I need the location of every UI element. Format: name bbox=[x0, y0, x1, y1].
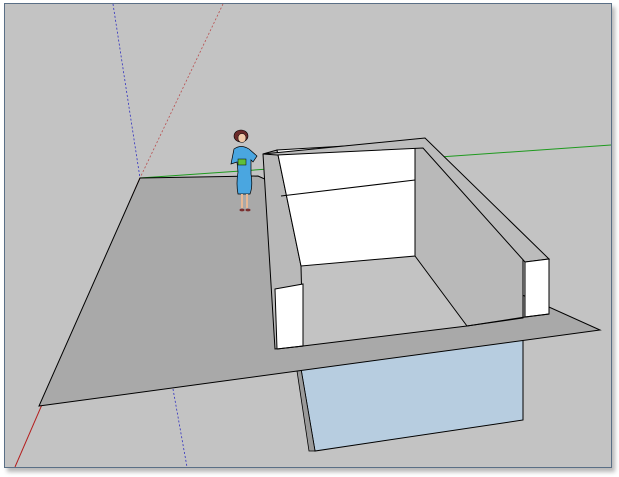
left-wall-end-face bbox=[274, 283, 304, 350]
scene-svg bbox=[5, 4, 611, 467]
right-wall-end-face bbox=[524, 258, 550, 318]
back-wall-face bbox=[276, 141, 416, 267]
3d-viewport[interactable] bbox=[5, 4, 611, 467]
sketchup-window bbox=[4, 3, 612, 468]
